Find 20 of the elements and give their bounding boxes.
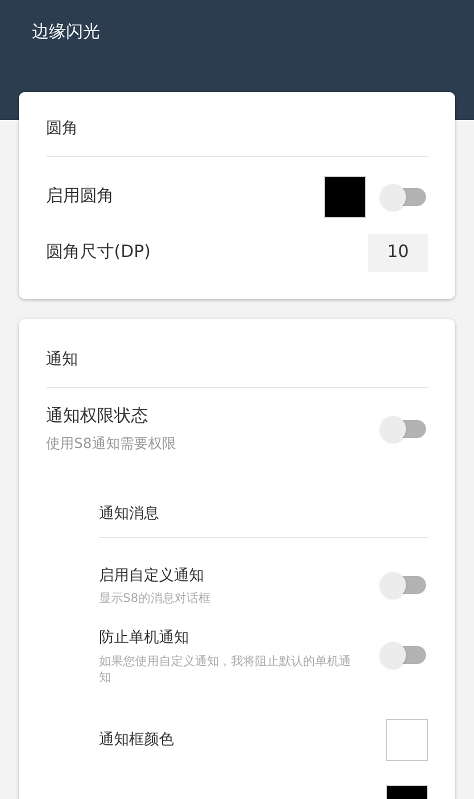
toggle-switch[interactable] <box>380 416 428 442</box>
setting-label: 圆角尺寸(DP) <box>46 241 152 264</box>
section-title: 通知 <box>46 349 78 368</box>
color-swatch[interactable] <box>386 718 428 760</box>
number-field[interactable]: 10 <box>368 234 428 272</box>
subsection-title: 通知消息 <box>99 504 159 522</box>
setting-label: 防止单机通知 <box>99 627 190 648</box>
toggle-switch[interactable] <box>380 642 428 668</box>
setting-label: 通知权限状态 <box>46 405 149 428</box>
setting-label: 启用自定义通知 <box>99 564 205 586</box>
app-title: 边缘闪光 <box>32 22 100 42</box>
setting-label: 启用圆角 <box>46 185 115 208</box>
toggle-switch[interactable] <box>380 184 428 210</box>
toggle-switch[interactable] <box>380 572 428 598</box>
setting-summary: 使用S8通知需要权限 <box>46 434 177 454</box>
setting-summary: 如果您使用自定义通知，我将阻止默认的单机通知 <box>99 652 352 684</box>
setting-label: 通知框颜色 <box>99 729 175 750</box>
color-swatch[interactable] <box>324 176 366 218</box>
setting-summary: 显示S8的消息对话框 <box>99 590 212 606</box>
section-title: 圆角 <box>46 118 78 137</box>
